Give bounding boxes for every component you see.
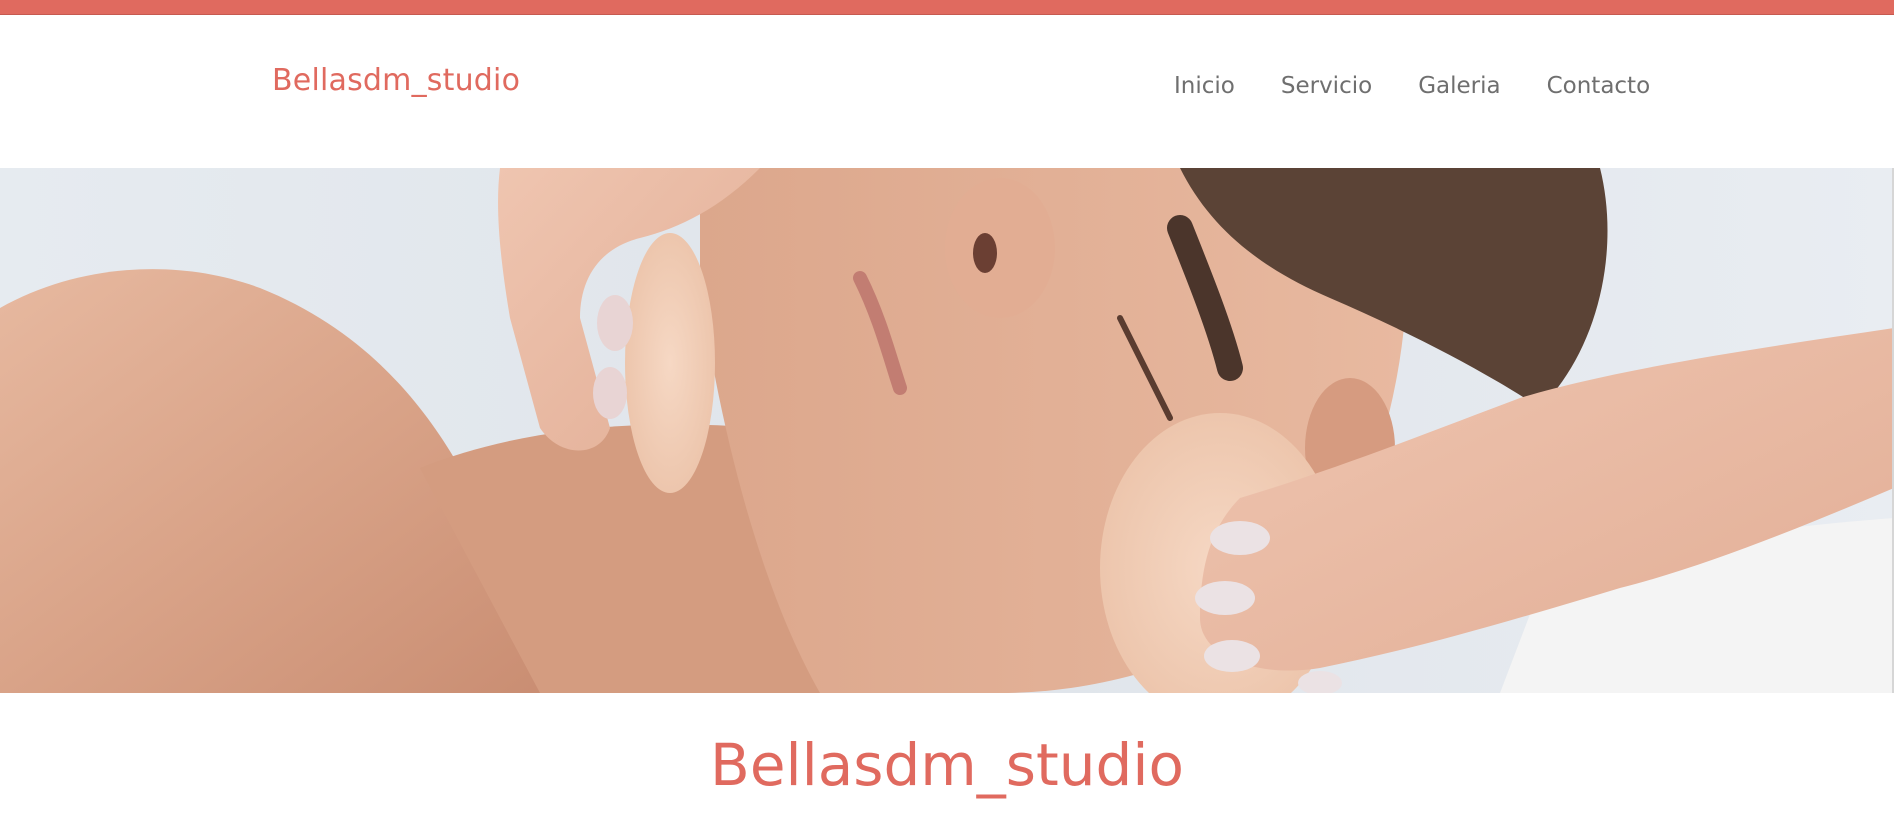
- nav-item-inicio[interactable]: Inicio: [1174, 73, 1235, 99]
- brand-logo-link[interactable]: Bellasdm_studio: [272, 63, 520, 98]
- hero-photo-illustration: [0, 168, 1894, 693]
- main-nav: Inicio Servicio Galeria Contacto: [1174, 73, 1650, 99]
- site-header: Bellasdm_studio Inicio Servicio Galeria …: [0, 15, 1894, 168]
- page: Bellasdm_studio Inicio Servicio Galeria …: [0, 0, 1894, 814]
- nav-item-galeria[interactable]: Galeria: [1418, 73, 1500, 99]
- hero-image: [0, 168, 1894, 693]
- top-accent-bar: [0, 0, 1894, 15]
- nav-item-contacto[interactable]: Contacto: [1547, 73, 1651, 99]
- nav-item-servicio[interactable]: Servicio: [1281, 73, 1372, 99]
- page-title: Bellasdm_studio: [710, 731, 1184, 799]
